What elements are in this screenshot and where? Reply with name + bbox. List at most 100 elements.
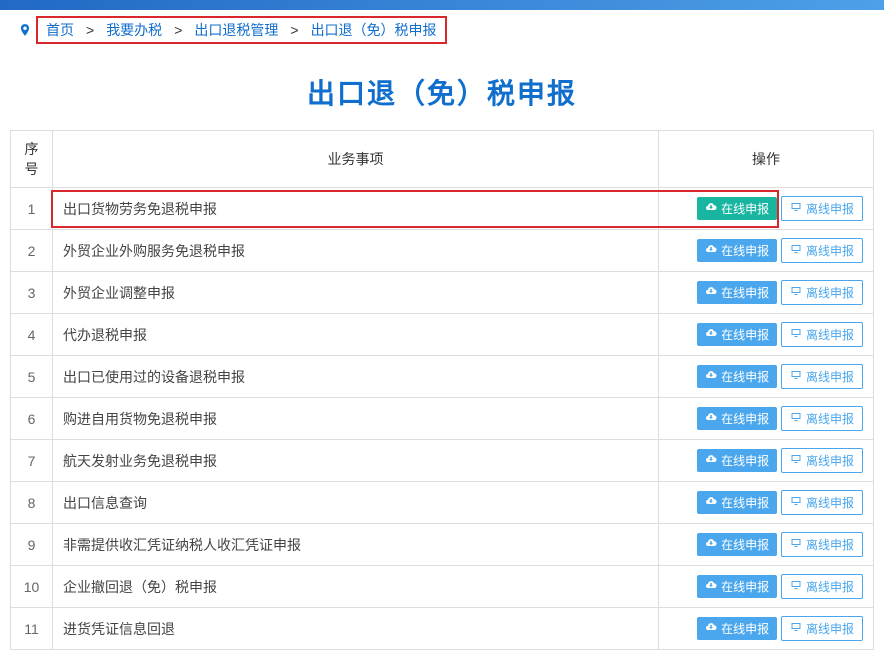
offline-declare-button[interactable]: 离线申报 [781,490,863,515]
row-ops: 在线申报 离线申报 [659,398,874,440]
cloud-upload-icon [705,579,717,594]
monitor-icon [790,369,802,384]
monitor-icon [790,201,802,216]
monitor-icon [790,285,802,300]
offline-label: 离线申报 [806,580,854,594]
breadcrumb-highlight-box: 首页 > 我要办税 > 出口退税管理 > 出口退（免）税申报 [36,16,447,44]
row-seq: 6 [11,398,53,440]
table-row: 9非需提供收汇凭证纳税人收汇凭证申报在线申报 离线申报 [11,524,874,566]
cloud-upload-icon [705,369,717,384]
row-ops: 在线申报 离线申报 [659,608,874,650]
offline-label: 离线申报 [806,454,854,468]
monitor-icon [790,411,802,426]
offline-declare-button[interactable]: 离线申报 [781,196,863,221]
offline-declare-button[interactable]: 离线申报 [781,616,863,641]
breadcrumb-sep: > [166,22,190,38]
row-seq: 5 [11,356,53,398]
monitor-icon [790,243,802,258]
online-declare-button[interactable]: 在线申报 [697,533,777,556]
table-row: 1出口货物劳务免退税申报在线申报 离线申报 [11,188,874,230]
online-label: 在线申报 [721,370,769,384]
offline-label: 离线申报 [806,370,854,384]
cloud-upload-icon [705,453,717,468]
table-row: 11进货凭证信息回退在线申报 离线申报 [11,608,874,650]
table-row: 4代办退税申报 在线申报 离线申报 [11,314,874,356]
breadcrumb-link-export[interactable]: 出口退税管理 [194,20,278,40]
offline-label: 离线申报 [806,538,854,552]
offline-declare-button[interactable]: 离线申报 [781,280,863,305]
online-label: 在线申报 [721,622,769,636]
row-name: 外贸企业外购服务免退税申报 [53,230,659,272]
breadcrumb-link-declare[interactable]: 出口退（免）税申报 [311,20,437,40]
online-declare-button[interactable]: 在线申报 [697,365,777,388]
cloud-upload-icon [705,621,717,636]
table-row: 8出口信息查询在线申报 离线申报 [11,482,874,524]
row-name: 非需提供收汇凭证纳税人收汇凭证申报 [53,524,659,566]
row-name: 外贸企业调整申报 [53,272,659,314]
online-declare-button[interactable]: 在线申报 [697,491,777,514]
monitor-icon [790,537,802,552]
row-seq: 2 [11,230,53,272]
row-seq: 7 [11,440,53,482]
row-seq: 1 [11,188,53,230]
row-name: 代办退税申报 [53,314,659,356]
monitor-icon [790,579,802,594]
business-table: 序号 业务事项 操作 1出口货物劳务免退税申报在线申报 离线申报2外贸企业外购服… [10,130,874,650]
row-ops: 在线申报 离线申报 [659,524,874,566]
online-label: 在线申报 [721,454,769,468]
row-ops: 在线申报 离线申报 [659,272,874,314]
row-ops: 在线申报 离线申报 [659,356,874,398]
offline-declare-button[interactable]: 离线申报 [781,406,863,431]
breadcrumb-sep: > [282,22,306,38]
row-ops: 在线申报 离线申报 [659,188,874,230]
cloud-upload-icon [705,411,717,426]
cloud-upload-icon [705,201,717,216]
row-name: 购进自用货物免退税申报 [53,398,659,440]
online-declare-button[interactable]: 在线申报 [697,449,777,472]
online-declare-button[interactable]: 在线申报 [697,197,777,220]
row-seq: 9 [11,524,53,566]
row-seq: 11 [11,608,53,650]
online-declare-button[interactable]: 在线申报 [697,617,777,640]
offline-label: 离线申报 [806,244,854,258]
online-declare-button[interactable]: 在线申报 [697,323,777,346]
offline-label: 离线申报 [806,202,854,216]
online-label: 在线申报 [721,328,769,342]
offline-declare-button[interactable]: 离线申报 [781,448,863,473]
offline-declare-button[interactable]: 离线申报 [781,238,863,263]
header-banner [0,0,884,10]
page-title: 出口退（免）税申报 [0,72,884,112]
breadcrumb-link-home[interactable]: 首页 [46,20,74,40]
online-declare-button[interactable]: 在线申报 [697,281,777,304]
online-label: 在线申报 [721,244,769,258]
online-label: 在线申报 [721,286,769,300]
cloud-upload-icon [705,243,717,258]
offline-declare-button[interactable]: 离线申报 [781,574,863,599]
row-ops: 在线申报 离线申报 [659,566,874,608]
row-seq: 4 [11,314,53,356]
offline-label: 离线申报 [806,496,854,510]
offline-label: 离线申报 [806,412,854,426]
online-declare-button[interactable]: 在线申报 [697,575,777,598]
monitor-icon [790,495,802,510]
breadcrumb-sep: > [78,22,102,38]
offline-declare-button[interactable]: 离线申报 [781,364,863,389]
row-name: 企业撤回退（免）税申报 [53,566,659,608]
row-ops: 在线申报 离线申报 [659,482,874,524]
offline-declare-button[interactable]: 离线申报 [781,322,863,347]
online-label: 在线申报 [721,580,769,594]
breadcrumb-link-tax[interactable]: 我要办税 [106,20,162,40]
location-pin-icon [18,22,32,38]
monitor-icon [790,621,802,636]
offline-declare-button[interactable]: 离线申报 [781,532,863,557]
row-name: 进货凭证信息回退 [53,608,659,650]
online-declare-button[interactable]: 在线申报 [697,407,777,430]
cloud-upload-icon [705,495,717,510]
offline-label: 离线申报 [806,328,854,342]
row-name: 出口信息查询 [53,482,659,524]
online-label: 在线申报 [721,496,769,510]
table-row: 10企业撤回退（免）税申报在线申报 离线申报 [11,566,874,608]
online-declare-button[interactable]: 在线申报 [697,239,777,262]
online-label: 在线申报 [721,202,769,216]
online-label: 在线申报 [721,412,769,426]
